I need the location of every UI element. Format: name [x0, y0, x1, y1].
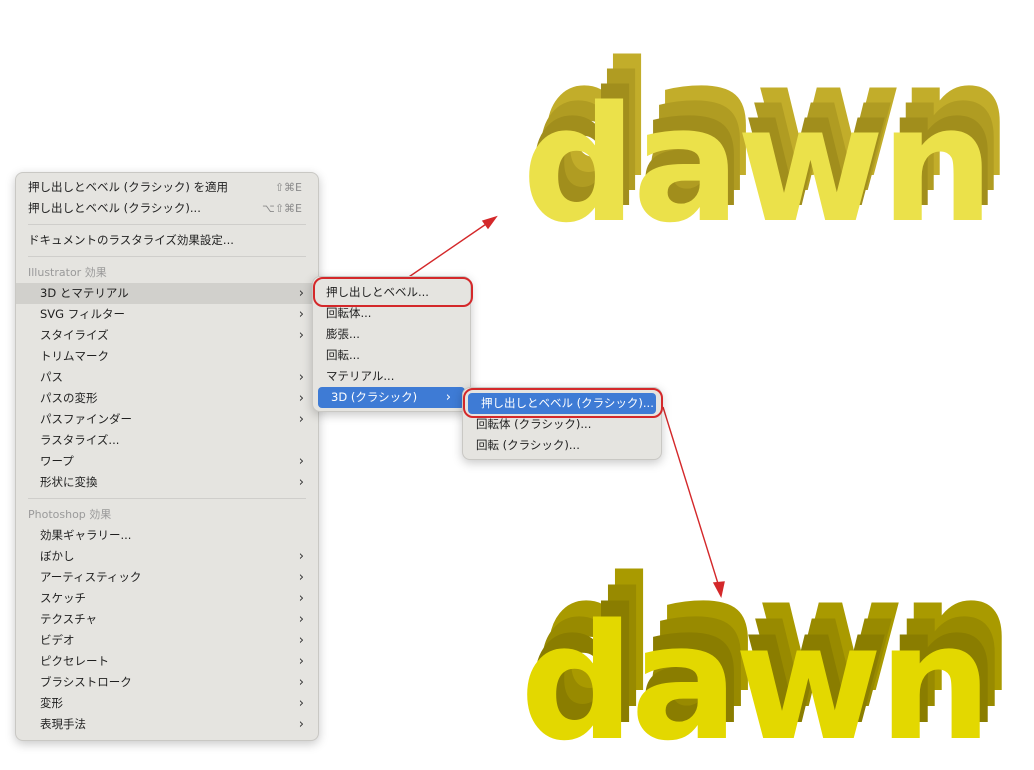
chevron-right-icon: › — [298, 475, 304, 490]
chevron-right-icon: › — [298, 370, 304, 385]
menu-item-photoshop-effect[interactable]: ピクセレート › — [16, 651, 318, 672]
menu-item-illustrator-effect[interactable]: ラスタライズ... — [16, 430, 318, 451]
chevron-right-icon: › — [298, 328, 304, 343]
chevron-right-icon: › — [298, 612, 304, 627]
submenu-item-3d[interactable]: 3D (クラシック) › — [318, 387, 465, 408]
arrow-to-top-artwork — [399, 219, 493, 284]
menu-item-shortcut: ⇧⌘E — [274, 181, 302, 194]
menu-separator — [28, 498, 306, 499]
menu-item-illustrator-effect[interactable]: ワープ › — [16, 451, 318, 472]
menu-item-label: ドキュメントのラスタライズ効果設定... — [28, 233, 234, 247]
submenu-item-3d[interactable]: 膨張... — [313, 324, 470, 345]
menu-item-photoshop-effect[interactable]: 表現手法 › — [16, 714, 318, 735]
chevron-right-icon: › — [298, 570, 304, 585]
menu-item-label: 回転... — [326, 348, 360, 362]
menu-item-label: 回転体 (クラシック)... — [476, 417, 592, 431]
menu-item-label: ラスタライズ... — [40, 433, 120, 447]
chevron-right-icon: › — [298, 675, 304, 690]
menu-item-label: パス — [40, 370, 63, 384]
photoshop-effects-header: Photoshop 効果 — [28, 508, 112, 521]
menu-item-label: トリムマーク — [40, 349, 109, 363]
menu-item-label: 変形 — [40, 696, 63, 710]
arrow-head-top — [481, 215, 498, 230]
menu-item-label: ぼかし — [40, 549, 75, 563]
highlight-extrude-bevel — [313, 277, 473, 307]
menu-item-illustrator-effect[interactable]: トリムマーク — [16, 346, 318, 367]
menu-item-shortcut: ⌥⇧⌘E — [262, 202, 302, 215]
menu-item-illustrator-effect[interactable]: スタイライズ › — [16, 325, 318, 346]
chevron-right-icon: › — [298, 549, 304, 564]
menu-item-label: 3D (クラシック) — [331, 390, 418, 404]
menu-item-apply-extrude-classic[interactable]: 押し出しとベベル (クラシック) を適用 ⇧⌘E — [16, 177, 318, 198]
menu-item-label: スケッチ — [40, 591, 86, 605]
menu-item-label: 押し出しとベベル (クラシック)... — [28, 201, 201, 215]
illustrator-effects-header: Illustrator 効果 — [28, 266, 107, 279]
menu-item-label: パスファインダー — [40, 412, 132, 426]
chevron-right-icon: › — [298, 307, 304, 322]
chevron-right-icon: › — [298, 591, 304, 606]
menu-item-extrude-classic[interactable]: 押し出しとベベル (クラシック)... ⌥⇧⌘E — [16, 198, 318, 219]
menu-item-illustrator-effect[interactable]: SVG フィルター › — [16, 304, 318, 325]
menu-item-document-raster-settings[interactable]: ドキュメントのラスタライズ効果設定... — [16, 230, 318, 251]
chevron-right-icon: › — [298, 286, 304, 301]
menu-item-label: ブラシストローク — [40, 675, 132, 689]
menu-item-illustrator-effect[interactable]: 3D とマテリアル › — [16, 283, 318, 304]
menu-item-label: 3D とマテリアル — [40, 286, 129, 300]
menu-separator — [28, 224, 306, 225]
menu-item-label: スタイライズ — [40, 328, 109, 342]
submenu-item-3d[interactable]: マテリアル... — [313, 366, 470, 387]
submenu-item-3d[interactable]: 回転... — [313, 345, 470, 366]
menu-item-photoshop-effect[interactable]: ビデオ › — [16, 630, 318, 651]
chevron-right-icon: › — [298, 391, 304, 406]
menu-item-label: テクスチャ — [40, 612, 98, 626]
menu-item-illustrator-effect[interactable]: パスの変形 › — [16, 388, 318, 409]
chevron-right-icon: › — [298, 412, 304, 427]
chevron-right-icon: › — [298, 717, 304, 732]
chevron-right-icon: › — [445, 390, 451, 405]
menu-item-photoshop-effect[interactable]: 効果ギャラリー... — [16, 525, 318, 546]
menu-item-label: ピクセレート — [40, 654, 109, 668]
menu-item-label: ビデオ — [40, 633, 75, 647]
menu-separator — [28, 256, 306, 257]
menu-item-photoshop-effect[interactable]: 変形 › — [16, 693, 318, 714]
submenu-item-3d-classic[interactable]: 回転 (クラシック)... — [463, 435, 661, 456]
menu-item-label: 表現手法 — [40, 717, 86, 731]
chevron-right-icon: › — [298, 654, 304, 669]
menu-item-illustrator-effect[interactable]: パス › — [16, 367, 318, 388]
menu-item-label: 形状に変換 — [40, 475, 98, 489]
menu-item-illustrator-effect[interactable]: 形状に変換 › — [16, 472, 318, 493]
menu-item-label: アーティスティック — [40, 570, 142, 584]
menu-item-label: 回転 (クラシック)... — [476, 438, 580, 452]
menu-item-photoshop-effect[interactable]: ブラシストローク › — [16, 672, 318, 693]
menu-item-label: SVG フィルター — [40, 307, 126, 321]
bottom-dawn-face: dawn — [520, 589, 988, 770]
menu-item-photoshop-effect[interactable]: ぼかし › — [16, 546, 318, 567]
menu-item-label: ワープ — [40, 454, 74, 468]
menu-item-photoshop-effect[interactable]: スケッチ › — [16, 588, 318, 609]
chevron-right-icon: › — [298, 633, 304, 648]
menu-item-label: 膨張... — [326, 327, 360, 341]
menu-item-label: 回転体... — [326, 306, 372, 320]
highlight-extrude-bevel-classic — [463, 388, 663, 418]
menu-item-label: マテリアル... — [326, 369, 395, 383]
menu-item-illustrator-effect[interactable]: パスファインダー › — [16, 409, 318, 430]
menu-item-label: 効果ギャラリー... — [40, 528, 132, 542]
menu-item-photoshop-effect[interactable]: テクスチャ › — [16, 609, 318, 630]
menu-item-photoshop-effect[interactable]: アーティスティック › — [16, 567, 318, 588]
chevron-right-icon: › — [298, 454, 304, 469]
top-dawn-face: dawn — [522, 71, 990, 258]
menu-item-label: 押し出しとベベル (クラシック) を適用 — [28, 180, 229, 194]
chevron-right-icon: › — [298, 696, 304, 711]
effect-menu: 押し出しとベベル (クラシック) を適用 ⇧⌘E 押し出しとベベル (クラシック… — [15, 172, 319, 741]
menu-item-label: パスの変形 — [40, 391, 98, 405]
